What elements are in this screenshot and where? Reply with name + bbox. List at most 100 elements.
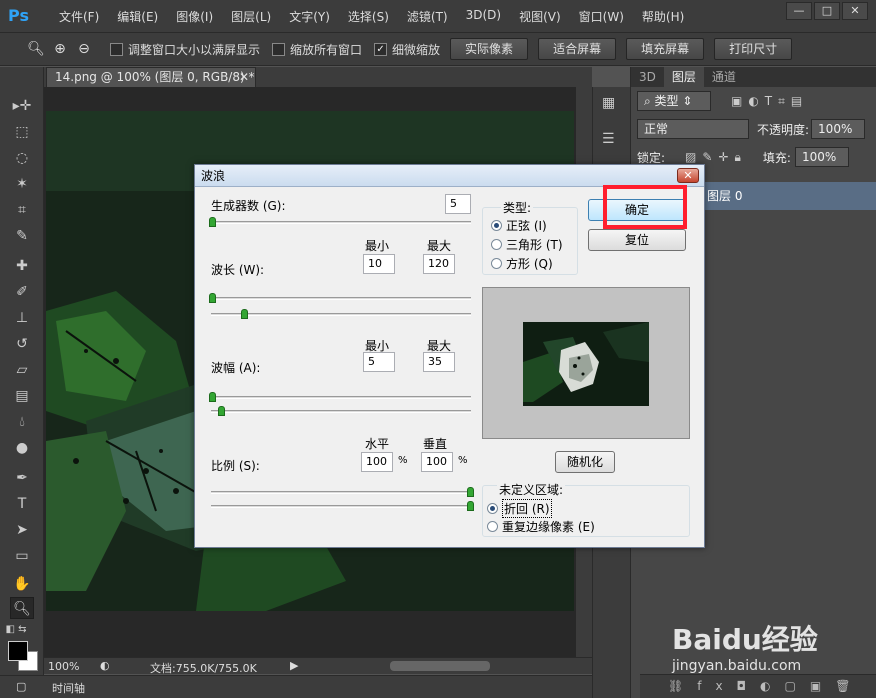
- kind-filter-select[interactable]: ⌕ 类型 ⇕: [637, 91, 711, 111]
- maximize-button[interactable]: □: [814, 2, 840, 20]
- fill-input[interactable]: 100%: [794, 147, 849, 167]
- close-window-button[interactable]: ✕: [842, 2, 868, 20]
- zoom-all-windows-checkbox[interactable]: 缩放所有窗口: [272, 41, 362, 58]
- menu-type[interactable]: 文字(Y): [280, 8, 339, 25]
- pen-tool-icon[interactable]: ✒: [10, 467, 34, 489]
- status-menu-arrow-icon[interactable]: ▶: [290, 659, 298, 672]
- tab-3d[interactable]: 3D: [631, 67, 664, 87]
- amplitude-max-thumb[interactable]: [218, 406, 225, 416]
- lasso-tool-icon[interactable]: ◌: [10, 147, 34, 169]
- type-square-radio[interactable]: 方形 (Q): [491, 255, 553, 272]
- menu-window[interactable]: 窗口(W): [570, 8, 633, 25]
- scale-horizontal-thumb[interactable]: [467, 487, 474, 497]
- wavelength-max-slider[interactable]: [211, 313, 471, 316]
- checkbox-box-checked[interactable]: ✓: [374, 42, 388, 56]
- grid-panel-icon[interactable]: ▦: [602, 95, 615, 111]
- horizontal-scroll-thumb[interactable]: [390, 661, 490, 671]
- resize-windows-checkbox[interactable]: 调整窗口大小以满屏显示: [110, 41, 260, 58]
- zoom-tool-icon[interactable]: 🔍︎: [10, 597, 34, 619]
- generators-slider-track[interactable]: [211, 221, 471, 224]
- wavelength-min-thumb[interactable]: [209, 293, 216, 303]
- tab-layers[interactable]: 图层: [663, 67, 704, 87]
- amplitude-max-slider[interactable]: [211, 410, 471, 413]
- menu-3d[interactable]: 3D(D): [457, 8, 510, 25]
- scale-vertical-thumb[interactable]: [467, 501, 474, 511]
- document-tab[interactable]: 14.png @ 100% (图层 0, RGB/8) * ✕: [46, 67, 256, 87]
- actual-pixels-button[interactable]: 实际像素: [450, 38, 529, 60]
- blur-tool-icon[interactable]: 💧︎: [10, 411, 34, 433]
- radio-dot[interactable]: [487, 521, 498, 532]
- minimize-button[interactable]: —: [786, 2, 812, 20]
- menu-select[interactable]: 选择(S): [339, 8, 398, 25]
- menu-layer[interactable]: 图层(L): [222, 8, 280, 25]
- lock-icons[interactable]: ▨✎✛🔒︎: [685, 150, 747, 165]
- zoom-out-icon[interactable]: ⊖: [74, 39, 94, 59]
- wavelength-min-slider[interactable]: [211, 297, 471, 300]
- radio-dot[interactable]: [491, 258, 502, 269]
- filter-icons[interactable]: ▣◐T⌗▤: [731, 94, 808, 109]
- wavelength-max-input[interactable]: 120: [423, 254, 455, 274]
- eraser-tool-icon[interactable]: ▱: [10, 359, 34, 381]
- fit-screen-button[interactable]: 适合屏幕: [538, 38, 617, 60]
- status-icon[interactable]: ◐: [100, 659, 110, 672]
- properties-panel-icon[interactable]: ☰: [602, 131, 615, 147]
- menu-image[interactable]: 图像(I): [167, 8, 222, 25]
- generators-input[interactable]: 5: [445, 194, 471, 214]
- type-tool-icon[interactable]: T: [10, 493, 34, 515]
- eyedropper-icon[interactable]: ✎: [10, 225, 34, 247]
- path-select-icon[interactable]: ➤: [10, 519, 34, 541]
- menu-filter[interactable]: 滤镜(T): [398, 8, 457, 25]
- menu-help[interactable]: 帮助(H): [633, 8, 693, 25]
- gradient-tool-icon[interactable]: ▤: [10, 385, 34, 407]
- checkbox-box[interactable]: [110, 42, 123, 56]
- timeline-label[interactable]: 时间轴: [52, 680, 85, 696]
- print-size-button[interactable]: 打印尺寸: [714, 38, 793, 60]
- opacity-input[interactable]: 100%: [811, 119, 866, 139]
- dialog-close-button[interactable]: ✕: [677, 168, 699, 183]
- crop-tool-icon[interactable]: ⌗: [10, 199, 34, 221]
- generators-slider-thumb[interactable]: [209, 217, 216, 227]
- scale-vertical-input[interactable]: 100: [421, 452, 453, 472]
- layers-footer-icons[interactable]: ⛓fx◘◐▢▣🗑︎: [640, 674, 876, 698]
- move-tool-icon[interactable]: ▸✛: [10, 95, 34, 117]
- zoom-level[interactable]: 100%: [48, 660, 79, 673]
- close-tab-icon[interactable]: ✕: [239, 68, 249, 87]
- menu-view[interactable]: 视图(V): [510, 8, 570, 25]
- radio-dot[interactable]: [491, 220, 502, 231]
- fill-screen-button[interactable]: 填充屏幕: [626, 38, 705, 60]
- marquee-tool-icon[interactable]: ⬚: [10, 121, 34, 143]
- reset-button[interactable]: 复位: [588, 229, 686, 251]
- amplitude-max-input[interactable]: 35: [423, 352, 455, 372]
- scrubby-zoom-checkbox[interactable]: ✓ 细微缩放: [374, 41, 440, 58]
- default-colors-icon[interactable]: ◧ ⇆: [4, 619, 28, 641]
- dodge-tool-icon[interactable]: ●: [10, 437, 34, 459]
- tab-channels[interactable]: 通道: [704, 67, 744, 87]
- layer-name[interactable]: 图层 0: [707, 189, 742, 203]
- randomize-button[interactable]: 随机化: [555, 451, 615, 473]
- blend-mode-select[interactable]: 正常: [637, 119, 749, 139]
- repeat-edge-radio[interactable]: 重复边缘像素 (E): [487, 518, 595, 535]
- wrap-around-radio[interactable]: 折回 (R): [487, 499, 552, 518]
- menu-file[interactable]: 文件(F): [50, 8, 108, 25]
- wavelength-min-input[interactable]: 10: [363, 254, 395, 274]
- menu-edit[interactable]: 编辑(E): [108, 8, 167, 25]
- scale-vertical-slider[interactable]: [211, 505, 471, 508]
- scale-horizontal-slider[interactable]: [211, 491, 471, 494]
- amplitude-min-input[interactable]: 5: [363, 352, 395, 372]
- type-triangle-radio[interactable]: 三角形 (T): [491, 236, 563, 253]
- scale-horizontal-input[interactable]: 100: [361, 452, 393, 472]
- zoom-in-icon[interactable]: ⊕: [50, 39, 70, 59]
- stamp-tool-icon[interactable]: ⊥: [10, 307, 34, 329]
- checkbox-box[interactable]: [272, 42, 286, 56]
- hand-tool-icon[interactable]: ✋: [10, 573, 34, 595]
- healing-brush-icon[interactable]: ✚: [10, 255, 34, 277]
- amplitude-min-thumb[interactable]: [209, 392, 216, 402]
- brush-tool-icon[interactable]: ✐: [10, 281, 34, 303]
- zoom-tool-icon[interactable]: 🔍︎: [26, 39, 46, 59]
- magic-wand-icon[interactable]: ✶: [10, 173, 34, 195]
- type-sine-radio[interactable]: 正弦 (I): [491, 217, 547, 234]
- wavelength-max-thumb[interactable]: [241, 309, 248, 319]
- timeline-icon[interactable]: ▢: [16, 680, 26, 693]
- foreground-color-swatch[interactable]: [8, 641, 28, 661]
- radio-dot[interactable]: [487, 503, 498, 514]
